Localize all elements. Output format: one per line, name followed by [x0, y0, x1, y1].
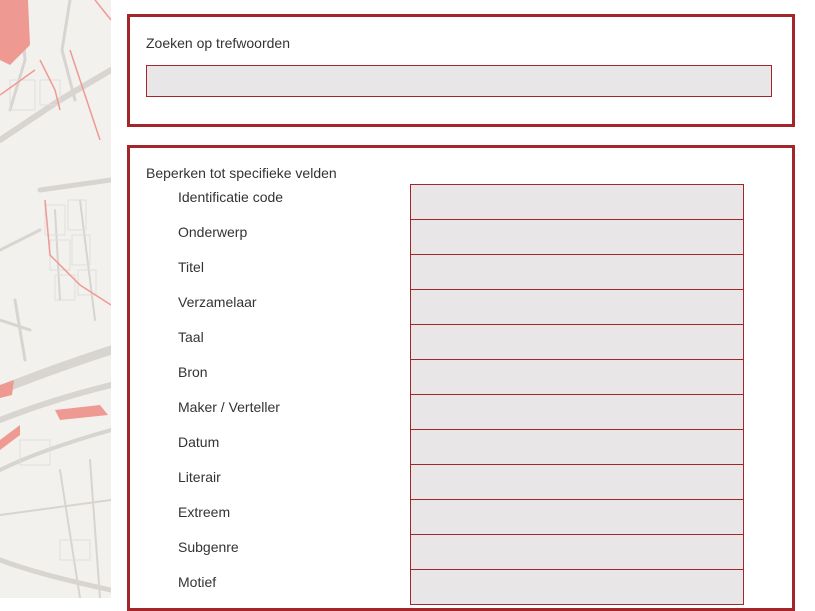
field-input-onderwerp[interactable] — [410, 219, 744, 255]
field-label-motief: Motief — [178, 574, 217, 590]
field-label-subgenre: Subgenre — [178, 539, 239, 555]
field-input-literair[interactable] — [410, 464, 744, 500]
field-label-onderwerp: Onderwerp — [178, 224, 248, 240]
field-input-taal[interactable] — [410, 324, 744, 360]
field-label-taal: Taal — [178, 329, 204, 345]
field-label-bron: Bron — [178, 364, 208, 380]
field-search-panel: Beperken tot specifieke velden Identific… — [127, 145, 795, 611]
field-label-titel: Titel — [178, 259, 204, 275]
field-label-identificatie-code: Identificatie code — [178, 189, 284, 205]
field-input-verzamelaar[interactable] — [410, 289, 744, 325]
field-input-titel[interactable] — [410, 254, 744, 290]
field-search-title: Beperken tot specifieke velden — [146, 165, 337, 181]
map-graphic — [0, 0, 111, 598]
field-input-extreem[interactable] — [410, 499, 744, 535]
field-input-bron[interactable] — [410, 359, 744, 395]
field-input-datum[interactable] — [410, 429, 744, 465]
keyword-search-title: Zoeken op trefwoorden — [146, 35, 290, 51]
field-label-literair: Literair — [178, 469, 221, 485]
field-input-maker-verteller[interactable] — [410, 394, 744, 430]
field-input-identificatie-code[interactable] — [410, 184, 744, 220]
field-label-verzamelaar: Verzamelaar — [178, 294, 257, 310]
field-input-subgenre[interactable] — [410, 534, 744, 570]
keyword-search-input[interactable] — [146, 65, 772, 97]
field-label-extreem: Extreem — [178, 504, 231, 520]
background-map — [0, 0, 111, 598]
keyword-search-panel: Zoeken op trefwoorden — [127, 14, 795, 127]
field-input-motief[interactable] — [410, 569, 744, 605]
field-label-datum: Datum — [178, 434, 220, 450]
field-label-maker-verteller: Maker / Verteller — [178, 399, 280, 415]
